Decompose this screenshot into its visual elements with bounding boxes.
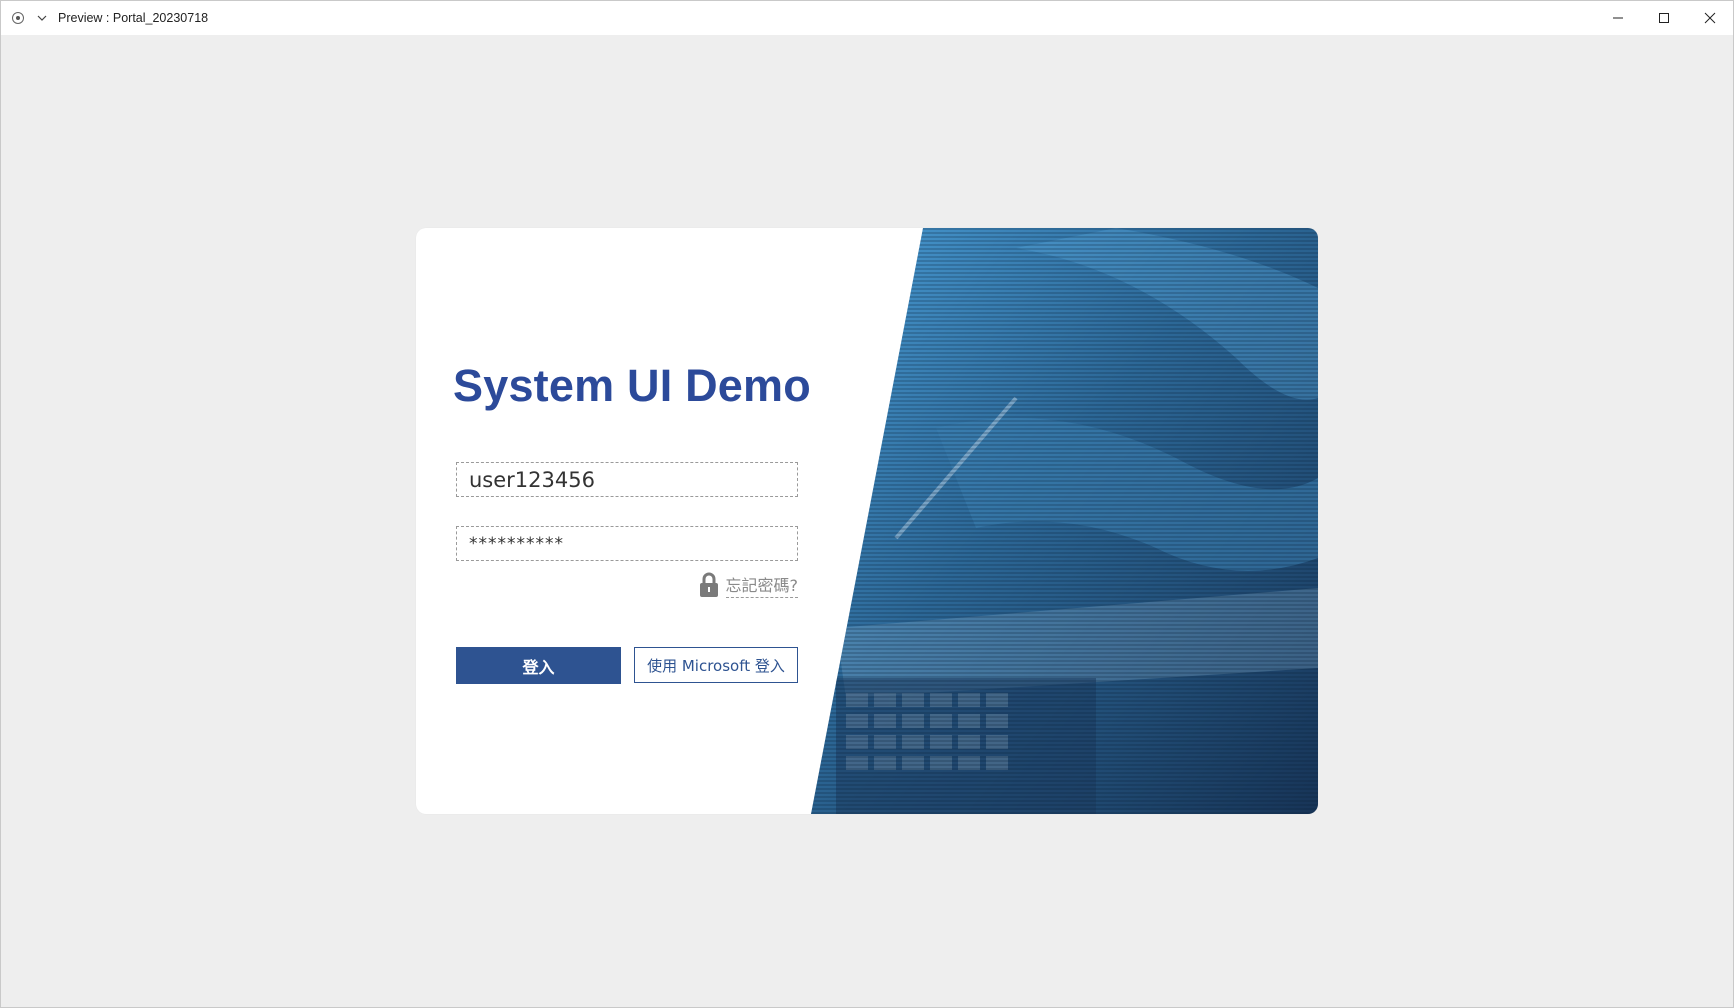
username-input[interactable] [457,463,797,496]
app-title: System UI Demo [453,360,811,411]
maximize-icon [1659,13,1669,23]
password-field[interactable] [456,526,798,561]
lock-icon [699,572,718,597]
app-window: Preview : Portal_20230718 System UI Demo… [0,0,1734,1008]
minimize-icon [1613,17,1623,19]
username-field[interactable] [456,462,798,497]
microsoft-login-button[interactable]: 使用 Microsoft 登入 [634,647,798,683]
minimize-button[interactable] [1595,1,1641,35]
close-icon [1704,12,1716,24]
forgot-password-link[interactable]: 忘記密碼? [698,572,798,598]
window-controls [1595,1,1733,35]
app-icon[interactable] [12,12,24,24]
title-bar: Preview : Portal_20230718 [1,1,1733,35]
chevron-down-icon[interactable] [36,12,48,24]
login-button[interactable]: 登入 [456,647,621,684]
forgot-password-label[interactable]: 忘記密碼? [725,572,798,598]
window-title: Preview : Portal_20230718 [58,11,209,25]
password-input[interactable] [457,527,797,560]
hero-image [811,228,1318,814]
login-card: System UI Demo 忘記密碼? 登入 使用 Microsoft 登入 [416,228,1318,814]
close-button[interactable] [1687,1,1733,35]
maximize-button[interactable] [1641,1,1687,35]
